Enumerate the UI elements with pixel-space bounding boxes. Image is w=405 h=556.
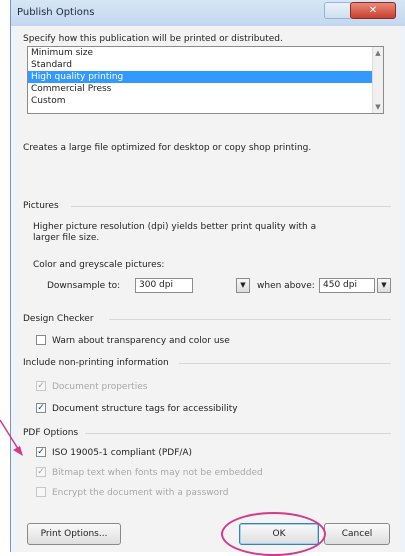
- intro-text: Specify how this publication will be pri…: [23, 34, 283, 44]
- title-bar: Publish Options ✕: [11, 0, 405, 26]
- chevron-down-icon: ▼: [381, 281, 387, 289]
- document-properties-checkbox[interactable]: ✓: [36, 381, 46, 391]
- structure-tags-label[interactable]: Document structure tags for accessibilit…: [52, 404, 238, 414]
- print-options-button[interactable]: Print Options...: [27, 523, 121, 545]
- when-above-select[interactable]: 450 dpi: [319, 278, 375, 293]
- divider: [85, 433, 391, 434]
- design-checker-heading: Design Checker: [23, 314, 94, 324]
- document-properties-label: Document properties: [52, 382, 148, 392]
- iso-compliant-label[interactable]: ISO 19005-1 compliant (PDF/A): [52, 448, 192, 458]
- chevron-down-icon: ▼: [240, 281, 246, 289]
- check-icon: ✓: [37, 381, 45, 391]
- warn-transparency-label[interactable]: Warn about transparency and color use: [52, 336, 230, 346]
- ok-highlight-circle: [221, 512, 326, 556]
- check-icon: ✓: [37, 467, 45, 477]
- pictures-note: Higher picture resolution (dpi) yields b…: [33, 222, 317, 232]
- iso-compliant-checkbox[interactable]: ✓: [36, 447, 46, 457]
- encrypt-checkbox[interactable]: [36, 487, 46, 497]
- divider: [109, 319, 391, 320]
- pdf-options-heading: PDF Options: [23, 428, 79, 438]
- pictures-note-cont: larger file size.: [33, 233, 100, 243]
- downsample-select[interactable]: 300 dpi: [135, 278, 193, 293]
- downsample-dropdown[interactable]: ▼: [236, 278, 250, 293]
- check-icon: ✓: [37, 403, 45, 413]
- check-icon: ✓: [37, 447, 45, 457]
- divider: [179, 363, 391, 364]
- close-icon: ✕: [368, 5, 378, 16]
- listbox-scrollbar[interactable]: ▲ ▼: [372, 47, 383, 113]
- when-above-dropdown[interactable]: ▼: [377, 278, 391, 293]
- encrypt-label: Encrypt the document with a password: [52, 488, 229, 498]
- help-button[interactable]: [324, 2, 352, 19]
- pictures-heading: Pictures: [23, 201, 59, 211]
- list-item[interactable]: Standard: [28, 59, 383, 71]
- bitmap-text-label: Bitmap text when fonts may not be embedd…: [52, 468, 263, 478]
- cancel-button[interactable]: Cancel: [324, 523, 390, 545]
- divider: [71, 206, 391, 207]
- non-printing-heading: Include non-printing information: [23, 358, 169, 368]
- scroll-down-icon[interactable]: ▼: [374, 103, 382, 111]
- list-item-selected[interactable]: High quality printing: [28, 71, 383, 83]
- color-pictures-label: Color and greyscale pictures:: [33, 260, 165, 270]
- list-item[interactable]: Minimum size: [28, 47, 383, 59]
- list-item[interactable]: Custom: [28, 95, 383, 107]
- warn-transparency-checkbox[interactable]: [36, 335, 46, 345]
- structure-tags-checkbox[interactable]: ✓: [36, 403, 46, 413]
- quality-listbox[interactable]: Minimum size Standard High quality print…: [27, 46, 384, 114]
- close-button[interactable]: ✕: [350, 2, 396, 19]
- bitmap-text-checkbox[interactable]: ✓: [36, 467, 46, 477]
- downsample-label: Downsample to:: [47, 281, 121, 291]
- scroll-up-icon[interactable]: ▲: [374, 49, 382, 57]
- window-title: Publish Options: [17, 7, 95, 18]
- quality-description: Creates a large file optimized for deskt…: [23, 143, 312, 153]
- when-above-label: when above:: [257, 281, 315, 291]
- publish-options-dialog: Publish Options ✕ Specify how this publi…: [10, 0, 405, 552]
- list-item[interactable]: Commercial Press: [28, 83, 383, 95]
